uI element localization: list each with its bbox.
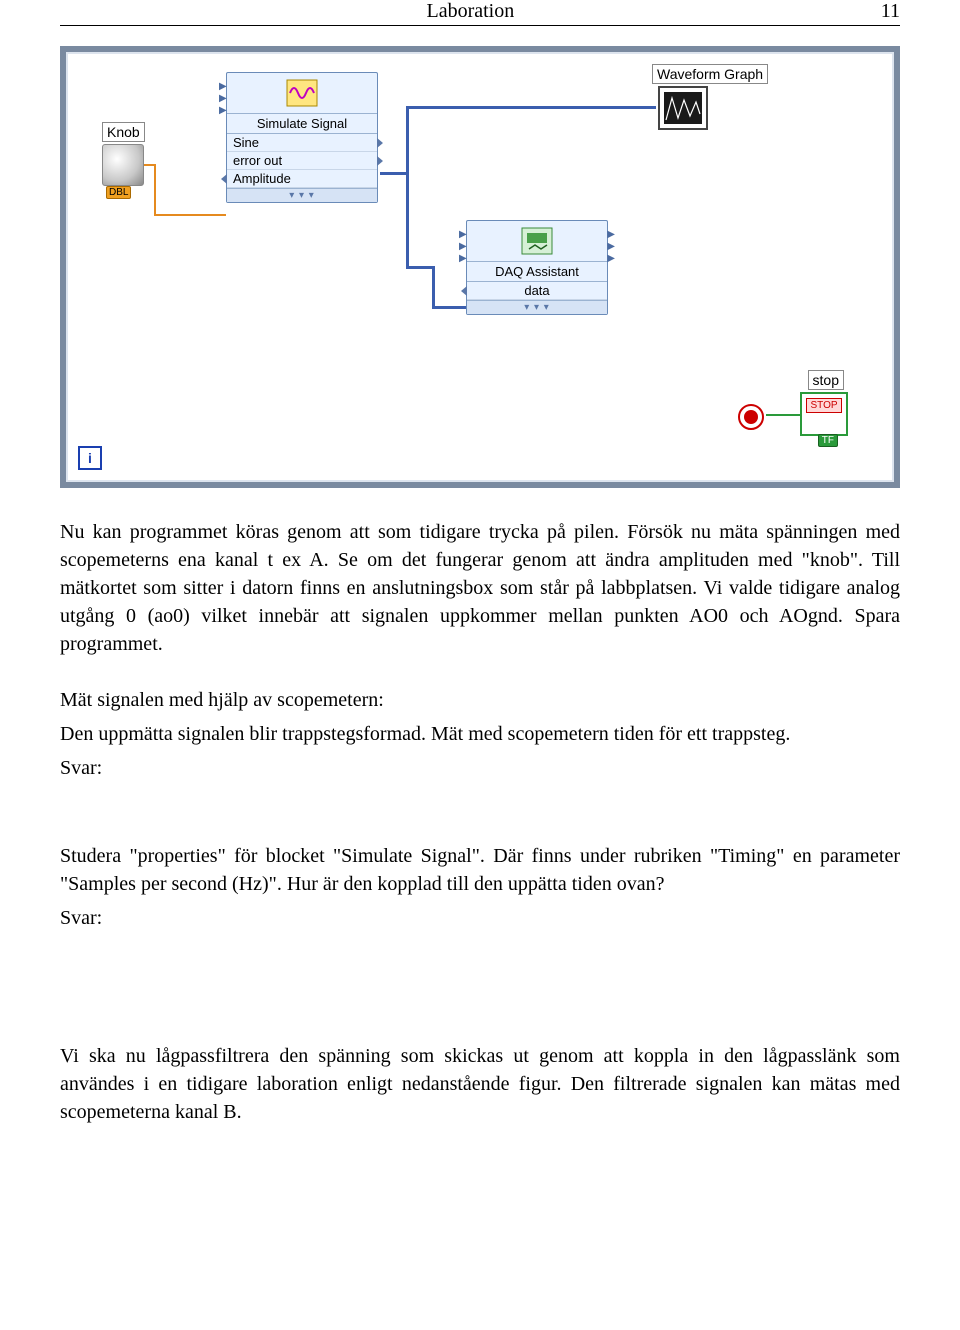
stop-button-indicator[interactable]: STOP — [800, 392, 848, 436]
page-number: 11 — [881, 0, 900, 23]
daq-title: DAQ Assistant — [467, 262, 607, 282]
daq-assistant-icon — [467, 221, 607, 262]
answer-label-1: Svar: — [60, 754, 900, 782]
header-title: Laboration — [426, 0, 514, 23]
expand-grip-icon[interactable]: ▾ ▾ ▾ — [227, 188, 377, 202]
paragraph-1: Nu kan programmet köras genom att som ti… — [60, 518, 900, 658]
loop-iteration-terminal: i — [78, 446, 102, 470]
simulate-signal-vi[interactable]: ▶ ▶ ▶ Simulate Signal Sine error out Amp… — [226, 72, 378, 203]
simulate-signal-title: Simulate Signal — [227, 114, 377, 134]
expand-grip-icon[interactable]: ▾ ▾ ▾ — [467, 300, 607, 314]
paragraph-4: Vi ska nu lågpassfiltrera den spänning s… — [60, 1042, 900, 1126]
stop-wire — [766, 414, 802, 416]
simulate-signal-icon — [227, 73, 377, 114]
loop-conditional-terminal[interactable] — [738, 404, 764, 430]
block-diagram: Knob DBL ▶ ▶ ▶ Simulate Signal Sine erro… — [60, 46, 900, 488]
knob-dbl-tag: DBL — [106, 186, 131, 199]
daq-row-data: data — [467, 282, 607, 300]
page-header: Laboration 11 — [60, 0, 900, 26]
paragraph-3: Studera "properties" för blocket "Simula… — [60, 842, 900, 898]
daq-assistant-vi[interactable]: ▶ ▶ ▶ ▶ ▶ ▶ DAQ Assistant data ▾ ▾ ▾ — [466, 220, 608, 315]
stop-tf-tag: TF — [818, 434, 838, 447]
simulate-row-errorout: error out — [227, 152, 377, 170]
stop-label: stop — [808, 370, 844, 390]
waveform-graph-label: Waveform Graph — [652, 64, 768, 84]
scopemeter-heading: Mät signalen med hjälp av scopemetern: — [60, 686, 900, 714]
answer-label-2: Svar: — [60, 904, 900, 932]
simulate-row-amplitude: Amplitude — [227, 170, 377, 188]
paragraph-2: Den uppmätta signalen blir trappstegsfor… — [60, 720, 900, 748]
knob-label: Knob — [102, 122, 145, 142]
knob-control[interactable] — [102, 144, 144, 186]
waveform-graph-indicator[interactable] — [658, 86, 708, 130]
simulate-row-sine: Sine — [227, 134, 377, 152]
